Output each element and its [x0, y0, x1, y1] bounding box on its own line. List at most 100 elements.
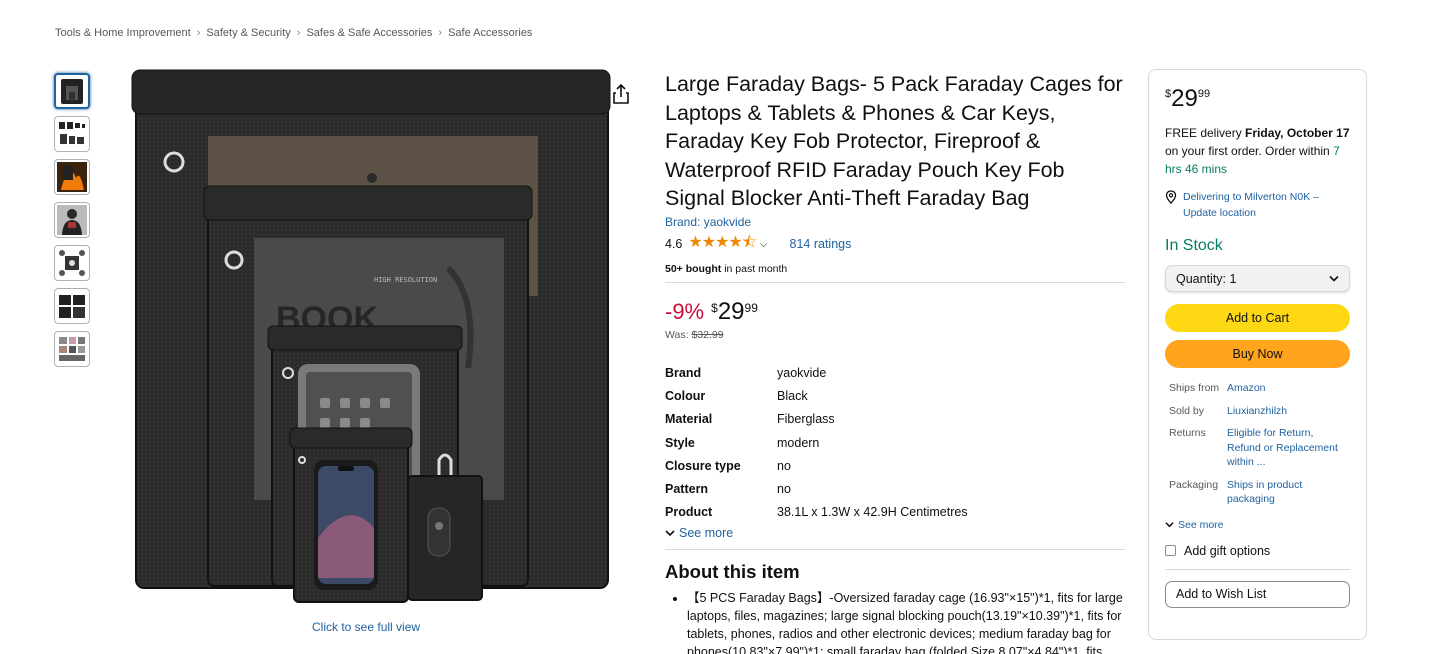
detail-key: Returns	[1169, 427, 1206, 439]
spec-value: 38.1L x 1.3W x 42.9H Centimetres	[777, 505, 968, 520]
breadcrumb-item[interactable]: Safes & Safe Accessories	[306, 27, 432, 39]
breadcrumb-separator: ›	[296, 27, 301, 39]
detail-value[interactable]: Ships in product packaging	[1227, 478, 1350, 507]
buy-box: $ 29 99 FREE delivery Friday, October 17…	[1148, 69, 1367, 640]
detail-key: Sold by	[1169, 404, 1205, 417]
detail-value[interactable]: Amazon	[1227, 381, 1350, 396]
spec-row: Material Fiberglass	[665, 408, 1125, 431]
detail-key: Ships from	[1169, 382, 1220, 394]
location-pin-icon	[1165, 190, 1177, 204]
breadcrumb-separator: ›	[196, 27, 201, 39]
spec-row: Closure type no	[665, 454, 1125, 477]
spec-row: Colour Black	[665, 384, 1125, 407]
divider	[665, 549, 1125, 551]
brand-link[interactable]: Brand: yaokvide	[665, 215, 1125, 229]
product-title: Large Faraday Bags- 5 Pack Faraday Cages…	[665, 72, 1123, 211]
detail-value[interactable]: Liuxianzhilzh	[1227, 404, 1350, 419]
breadcrumb-item[interactable]: Tools & Home Improvement	[55, 27, 191, 39]
breadcrumb-item[interactable]: Safe Accessories	[448, 27, 532, 39]
thumbnail-4[interactable]	[54, 202, 90, 238]
about-list: 【5 PCS Faraday Bags】-Oversized faraday c…	[665, 589, 1125, 654]
rating-value: 4.6	[665, 237, 683, 252]
pouches-photo-icon	[59, 295, 85, 318]
delivery-prefix: FREE delivery	[1165, 126, 1246, 140]
detail-value[interactable]: Eligible for Return, Refund or Replaceme…	[1227, 426, 1350, 470]
divider	[1165, 568, 1350, 570]
share-icon[interactable]	[609, 82, 633, 106]
thumbnail-strip	[54, 73, 90, 367]
bought-count-bold: 50+ bought	[665, 262, 722, 275]
delivery-date: Friday, October 17	[1245, 126, 1350, 140]
price-block: -9% $ 29 99	[665, 297, 1125, 325]
full-view-link[interactable]: Click to see full view	[312, 620, 420, 634]
spec-value: yaokvide	[777, 365, 827, 380]
thumbnail-7[interactable]	[54, 331, 90, 367]
breadcrumb: Tools & Home Improvement › Safety & Secu…	[55, 27, 532, 39]
spec-key: Style	[665, 435, 695, 450]
was-price: Was: $32.99	[665, 329, 1125, 341]
detail-row: Sold by Liuxianzhilzh	[1165, 404, 1350, 419]
thumbnail-6[interactable]	[54, 288, 90, 324]
rating-row: 4.6 ★★★★⯪ ⌵ 814 ratings	[665, 231, 1125, 258]
star-rating-icon[interactable]: ★★★★⯪	[688, 231, 757, 258]
delivery-location-link[interactable]: Delivering to Milverton N0K – Update loc…	[1165, 189, 1350, 221]
spec-row: Brand yaokvide	[665, 361, 1125, 384]
bought-count-rest: in past month	[721, 262, 788, 275]
fireproof-photo-icon	[57, 162, 87, 192]
svg-text:HIGH RESOLUTION: HIGH RESOLUTION	[374, 276, 437, 284]
thumbnail-3[interactable]	[54, 159, 90, 195]
spec-row: Style modern	[665, 431, 1125, 454]
spec-key: Pattern	[665, 482, 709, 497]
chevron-down-icon	[1165, 522, 1174, 528]
see-more-details-link[interactable]: See more	[1165, 519, 1350, 531]
buy-now-button[interactable]: Buy Now	[1165, 340, 1350, 368]
spec-value: Black	[777, 388, 808, 403]
see-more-specs-link[interactable]: See more	[665, 526, 1125, 540]
spec-key: Material	[665, 412, 713, 427]
add-to-cart-button[interactable]: Add to Cart	[1165, 304, 1350, 332]
size-chart-photo-icon	[59, 122, 85, 144]
bought-count: 50+ bought in past month	[665, 263, 1125, 275]
add-to-wish-list-button[interactable]: Add to Wish List	[1165, 580, 1350, 608]
price-whole: 29	[717, 297, 745, 325]
thumbnail-5[interactable]	[54, 245, 90, 281]
spec-row: Product 38.1L x 1.3W x 42.9H Centimetres	[665, 501, 1125, 524]
ratings-count-link[interactable]: 814 ratings	[790, 237, 852, 251]
spec-value: no	[777, 482, 791, 497]
current-price: $ 29 99	[711, 297, 758, 325]
spec-value: Fiberglass	[777, 412, 835, 427]
see-more-label: See more	[1178, 518, 1224, 531]
delivery-info: FREE delivery Friday, October 17 on your…	[1165, 124, 1350, 178]
chevron-down-icon[interactable]: ⌵	[760, 239, 768, 250]
thumbnail-1[interactable]	[54, 73, 90, 109]
spec-value: no	[777, 458, 791, 473]
thumbnail-2[interactable]	[54, 116, 90, 152]
lifestyle-photo-icon	[59, 337, 85, 361]
quantity-text: Quantity: 1	[1176, 272, 1236, 286]
chevron-down-icon	[1329, 275, 1339, 282]
spec-key: Closure type	[665, 458, 741, 473]
about-title: About this item	[665, 561, 800, 583]
detail-key: Packaging	[1169, 478, 1219, 491]
breadcrumb-item[interactable]: Safety & Security	[206, 27, 290, 39]
delivery-mid: on your first order. Order within	[1165, 144, 1334, 158]
location-text: Delivering to Milverton N0K – Update loc…	[1183, 191, 1319, 219]
was-price-value: $32.99	[691, 328, 724, 341]
about-bullet: 【5 PCS Faraday Bags】-Oversized faraday c…	[687, 589, 1125, 654]
detail-row: Ships from Amazon	[1165, 381, 1350, 396]
person-photo-icon	[57, 205, 87, 235]
gift-checkbox[interactable]	[1165, 545, 1176, 556]
features-photo-icon	[59, 250, 85, 276]
divider	[665, 281, 1125, 283]
seller-details: Ships from Amazon Sold by Liuxianzhilzh Re…	[1165, 381, 1350, 507]
gift-options[interactable]: Add gift options	[1165, 544, 1350, 558]
price-fraction: 99	[1197, 88, 1211, 100]
quantity-select[interactable]: Quantity: 1	[1165, 265, 1350, 292]
spec-key: Brand	[665, 365, 702, 380]
quantity-value: 1	[1229, 271, 1237, 286]
spec-key: Colour	[665, 388, 706, 403]
quantity-label: Quantity:	[1176, 271, 1227, 286]
main-product-image[interactable]: HIGH RESOLUTION BOOK	[128, 68, 613, 608]
was-label: Was:	[665, 328, 689, 341]
chevron-down-icon	[665, 530, 675, 537]
